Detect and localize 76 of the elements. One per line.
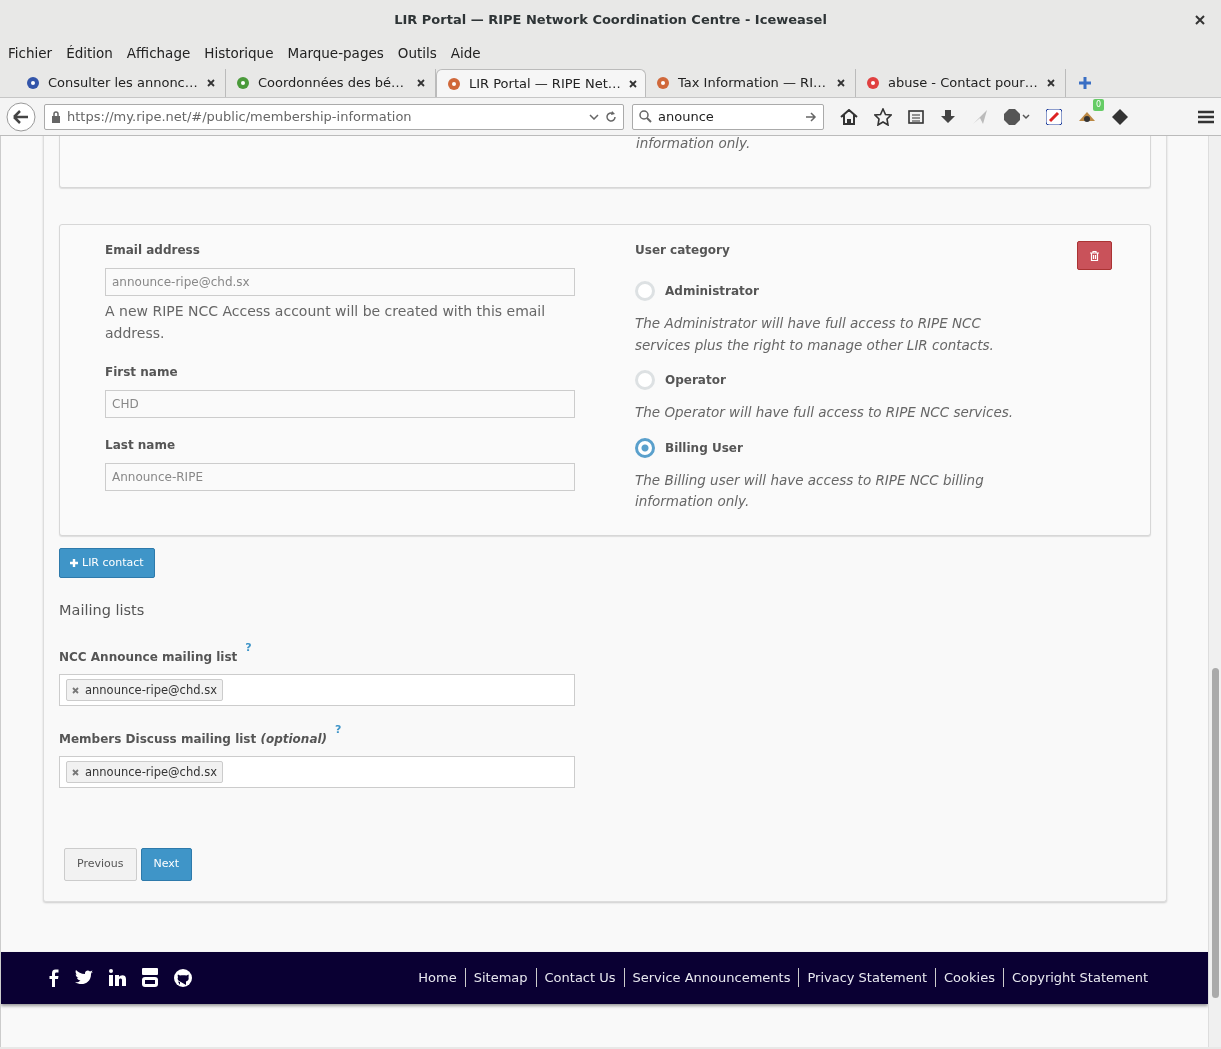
description-text: The Operator will have full access to RIPE NCC services. xyxy=(635,403,1015,423)
delete-button[interactable] xyxy=(1077,241,1112,270)
trash-icon xyxy=(1090,250,1099,261)
tag-input-field[interactable]: announce-ripe@chd.sx xyxy=(59,674,575,707)
menu-icon[interactable] xyxy=(1197,109,1215,124)
dropdown-icon[interactable] xyxy=(589,113,599,120)
social-icon[interactable] xyxy=(75,970,93,986)
field-label: First name xyxy=(105,363,179,381)
plus-icon[interactable] xyxy=(1078,76,1092,90)
input-field[interactable]: CHD xyxy=(105,389,575,418)
social-icon[interactable] xyxy=(109,969,126,987)
lock-icon xyxy=(51,110,61,123)
search-field[interactable]: anounce xyxy=(632,103,824,130)
close-icon[interactable] xyxy=(1047,79,1055,87)
back-icon[interactable] xyxy=(6,101,36,132)
star-icon[interactable] xyxy=(874,107,892,126)
menu-item[interactable]: Aide xyxy=(450,42,481,64)
description-text: information only. xyxy=(636,136,752,153)
footer-link[interactable]: Privacy Statement xyxy=(798,967,936,988)
home-icon[interactable] xyxy=(840,108,858,125)
social-icon[interactable] xyxy=(142,968,158,988)
scrollbar[interactable] xyxy=(1208,136,1221,1047)
browser-tab[interactable]: LIR Portal — RIPE Net… xyxy=(436,69,646,97)
download-icon[interactable] xyxy=(940,108,956,125)
section-heading: Mailing lists xyxy=(59,601,146,621)
radio-label: Operator xyxy=(665,372,726,390)
notification-badge: 0 xyxy=(1092,98,1104,111)
search-icon xyxy=(639,110,652,123)
remove-icon[interactable] xyxy=(72,686,79,694)
extension-icon[interactable] xyxy=(1046,108,1062,125)
reload-icon[interactable] xyxy=(605,110,617,123)
browser-tab[interactable]: abuse - Contact pour… xyxy=(856,69,1066,97)
footer-link[interactable]: Home xyxy=(410,967,465,988)
close-icon[interactable] xyxy=(1195,15,1205,25)
social-icon[interactable] xyxy=(49,968,59,987)
previous-button[interactable]: Previous xyxy=(64,848,137,881)
radio-button[interactable] xyxy=(635,437,655,458)
close-icon[interactable] xyxy=(837,79,845,87)
footer-link[interactable]: Service Announcements xyxy=(623,967,799,988)
help-text: A new RIPE NCC Access account will be created with this email address. xyxy=(105,302,547,344)
menu-item[interactable]: Historique xyxy=(204,42,274,64)
footer-link[interactable]: Cookies xyxy=(935,967,1003,988)
description-text: The Billing user will have access to RIPE NCC billing information only. xyxy=(635,470,985,512)
close-icon[interactable] xyxy=(628,79,637,88)
field-label: Members Discuss mailing list (optional) xyxy=(59,731,328,749)
close-icon[interactable] xyxy=(207,79,215,87)
email-tag: announce-ripe@chd.sx xyxy=(66,761,223,784)
input-field[interactable]: announce-ripe@chd.sx xyxy=(105,268,575,296)
menu-item[interactable]: Marque-pages xyxy=(287,42,384,64)
plus-icon xyxy=(70,559,78,568)
tag-input-field[interactable]: announce-ripe@chd.sx xyxy=(59,756,575,789)
input-field[interactable]: Announce-RIPE xyxy=(105,462,575,491)
email-tag: announce-ripe@chd.sx xyxy=(66,679,223,702)
browser-tab[interactable]: Tax Information — RI… xyxy=(646,69,856,97)
menu-item[interactable]: Affichage xyxy=(126,42,191,64)
field-label: Email address xyxy=(105,242,201,259)
radio-label: Billing User xyxy=(665,439,743,457)
address-bar[interactable]: https://my.ripe.net/#/public/membership-information xyxy=(44,103,624,130)
footer-link[interactable]: Copyright Statement xyxy=(1002,967,1156,988)
reading-list-icon[interactable] xyxy=(908,108,924,125)
field-label: User category xyxy=(635,242,731,259)
footer-link[interactable]: Sitemap xyxy=(464,967,536,988)
menu-item[interactable]: Outils xyxy=(397,42,437,64)
close-icon[interactable] xyxy=(417,79,425,87)
footer-link[interactable]: Contact Us xyxy=(535,967,624,988)
description-text: The Administrator will have full access to RIPE NCC services plus the right to manage other LIR contacts. xyxy=(635,314,995,355)
menu-item[interactable]: Édition xyxy=(66,42,113,64)
remove-icon[interactable] xyxy=(72,768,79,776)
browser-tab[interactable]: Consulter les annonc… xyxy=(16,69,226,97)
arrow-icon[interactable] xyxy=(806,111,817,122)
window-title: LIR Portal — RIPE Network Coordination Centre - Iceweasel xyxy=(394,11,827,30)
field-label: Last name xyxy=(105,436,177,454)
field-label: NCC Announce mailing list xyxy=(59,649,238,667)
radio-label: Administrator xyxy=(665,283,759,300)
menu-item[interactable]: Fichier xyxy=(8,42,53,64)
social-icon[interactable] xyxy=(174,968,192,987)
